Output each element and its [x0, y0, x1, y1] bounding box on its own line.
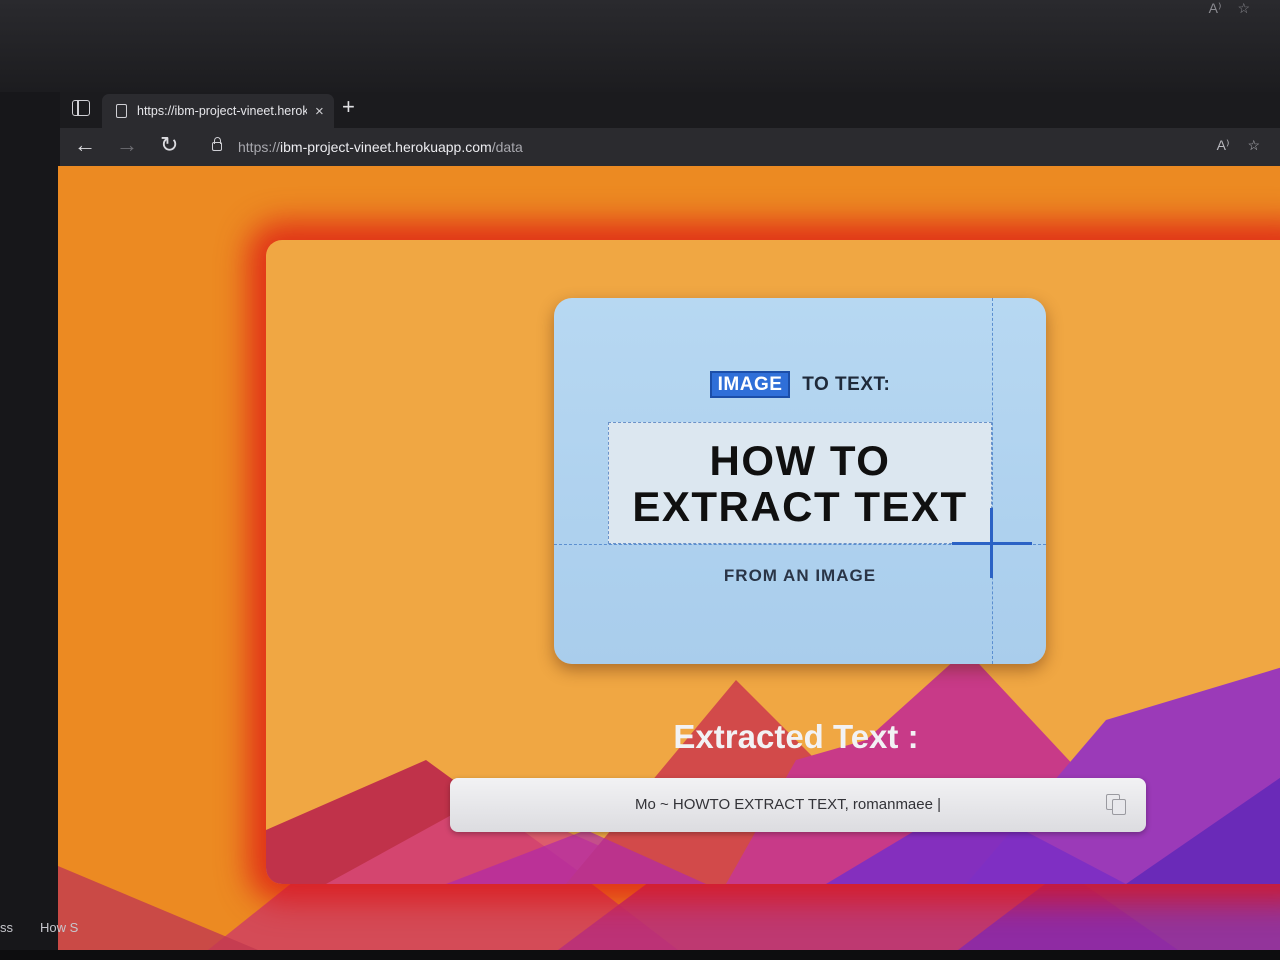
favorites-icon[interactable]: ☆: [1237, 0, 1250, 17]
image-headline-line1: HOW TO: [709, 437, 891, 484]
image-headline: HOW TO EXTRACT TEXT: [554, 438, 1046, 530]
close-tab-icon[interactable]: ×: [315, 103, 324, 120]
taskbar-item[interactable]: How S: [40, 920, 78, 935]
lock-icon[interactable]: [212, 137, 222, 151]
add-favorite-button[interactable]: ☆: [1247, 137, 1260, 154]
page-icon: [116, 104, 127, 118]
tab-title: https://ibm-project-vineet.herok: [137, 104, 307, 118]
image-tagline-rest: TO TEXT:: [802, 374, 891, 395]
extracted-text-heading: Extracted Text :: [673, 718, 919, 755]
active-tab[interactable]: https://ibm-project-vineet.herok ×: [102, 94, 334, 128]
forward-button[interactable]: →: [116, 132, 138, 158]
image-badge: IMAGE: [709, 371, 791, 398]
monitor-top-area: A⁾ ☆: [0, 0, 1280, 92]
tab-actions-icon[interactable]: [72, 100, 90, 116]
page-viewport: IMAGE TO TEXT: HOW TO EXTRACT TEXT FROM …: [58, 166, 1280, 950]
extracted-text-value[interactable]: Mo ~ HOWTO EXTRACT TEXT, romanmaee |: [450, 796, 1126, 813]
copy-icon[interactable]: [1106, 794, 1128, 816]
read-aloud-icon[interactable]: A⁾: [1209, 0, 1222, 17]
address-bar-actions: A⁾ ☆: [1217, 137, 1260, 154]
bottom-bezel: [0, 950, 1280, 960]
image-tagline: IMAGE TO TEXT:: [554, 371, 1046, 398]
image-subline: FROM AN IMAGE: [723, 566, 877, 585]
url-path: /data: [491, 139, 523, 155]
url-host: ibm-project-vineet.herokuapp.com: [280, 139, 492, 155]
reload-button[interactable]: ↻: [160, 132, 178, 158]
extracted-text-box[interactable]: Mo ~ HOWTO EXTRACT TEXT, romanmaee |: [450, 778, 1146, 832]
back-button[interactable]: ←: [74, 132, 96, 158]
system-tray: A⁾ ☆: [1209, 0, 1250, 17]
content-card: IMAGE TO TEXT: HOW TO EXTRACT TEXT FROM …: [266, 240, 1280, 884]
read-aloud-button[interactable]: A⁾: [1217, 137, 1230, 154]
taskbar-item[interactable]: ss: [0, 920, 13, 935]
url-field[interactable]: https://ibm-project-vineet.herokuapp.com…: [238, 139, 523, 155]
taskbar-fragment: ss How S: [0, 908, 80, 948]
tab-strip: https://ibm-project-vineet.herok × +: [60, 92, 1280, 128]
uploaded-image: IMAGE TO TEXT: HOW TO EXTRACT TEXT FROM …: [554, 298, 1046, 664]
image-headline-line2: EXTRACT TEXT: [632, 483, 968, 530]
url-scheme: https://: [238, 139, 281, 155]
new-tab-button[interactable]: +: [342, 94, 355, 120]
left-bezel: [0, 92, 60, 960]
address-bar-row: ← → ↻ https://ibm-project-vineet.herokua…: [60, 128, 1280, 166]
